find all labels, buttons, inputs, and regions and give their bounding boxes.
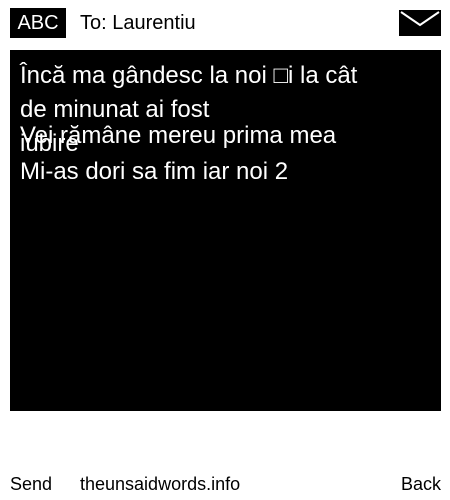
input-mode-badge[interactable]: ABC [10,8,66,38]
message-header: ABC To: Laurentiu [0,0,450,44]
site-link[interactable]: theunsaidwords.info [80,472,240,496]
envelope-icon[interactable] [399,10,441,36]
message-line: de minunat ai fost [20,96,210,123]
softkey-bar: Send theunsaidwords.info Back [0,468,450,500]
send-button[interactable]: Send [10,472,52,496]
message-line: Încă ma gândesc la noi □i la cât [20,62,358,89]
message-line: Vei rămâne mereu prima mea [20,122,337,149]
recipient-label: To: Laurentiu [80,12,196,34]
message-line: Mi-as dori sa fim iar noi 2 [20,158,289,185]
message-body[interactable]: Încă ma gândesc la noi □i la cât de minu… [10,50,441,411]
back-button[interactable]: Back [401,472,441,496]
